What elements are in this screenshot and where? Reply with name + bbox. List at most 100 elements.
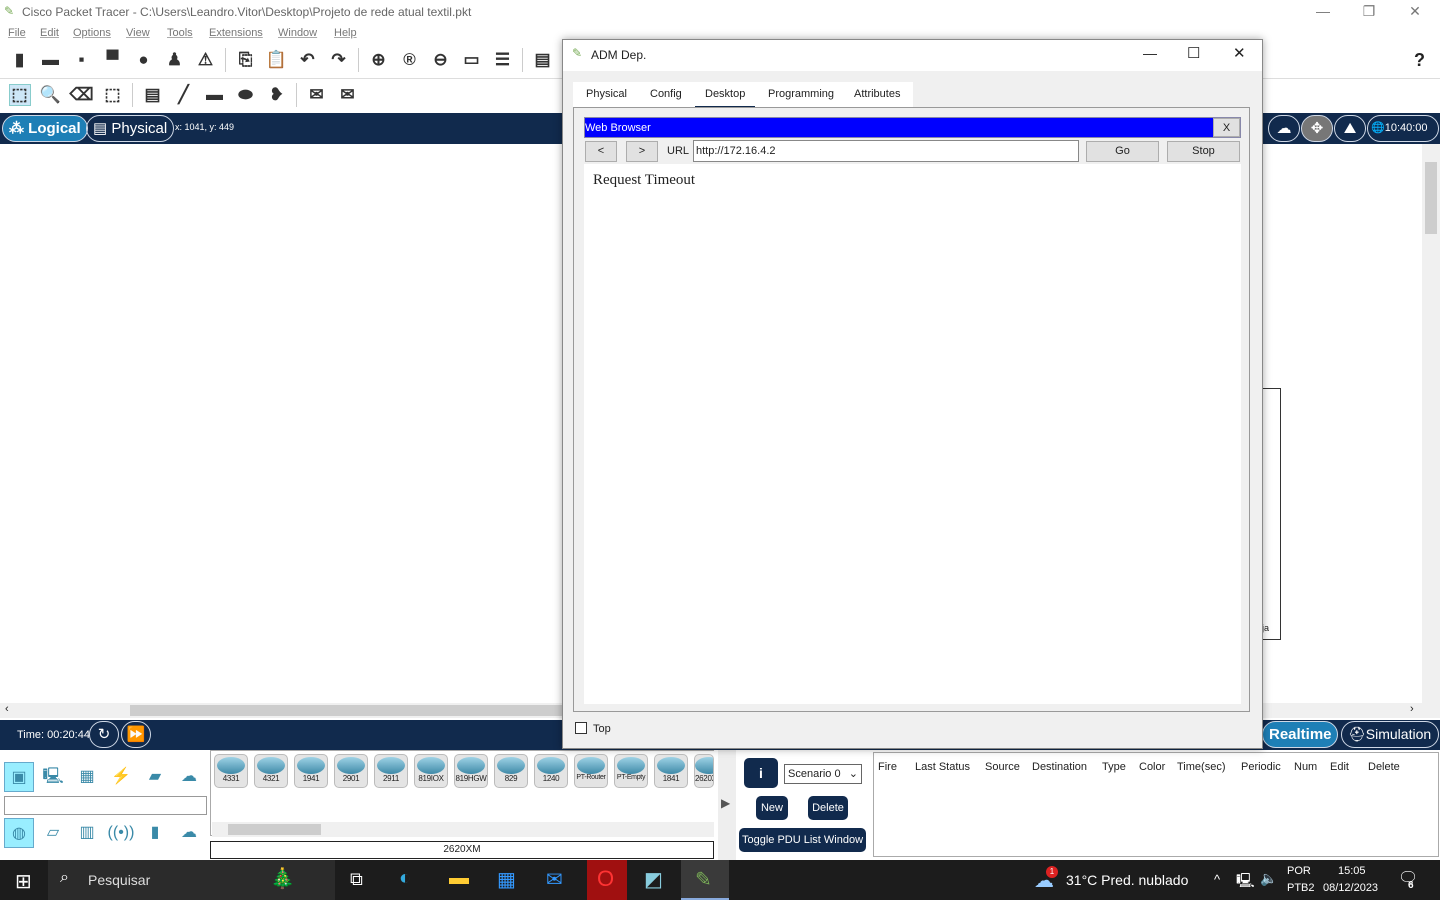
copy-icon[interactable]: ⎘: [235, 49, 257, 71]
toggle-pdu-list-button[interactable]: Toggle PDU List Window: [739, 828, 866, 852]
custom-device-icon[interactable]: ☰: [492, 49, 514, 71]
device-model-pt-empty[interactable]: PT-Empty: [614, 754, 648, 788]
menu-extensions[interactable]: Extensions: [209, 27, 263, 39]
realtime-tab[interactable]: Realtime: [1262, 721, 1338, 748]
print-icon[interactable]: ▀: [102, 49, 124, 71]
mail-icon[interactable]: ✉: [546, 867, 563, 892]
file-explorer-icon[interactable]: ▬: [449, 867, 469, 890]
menu-options[interactable]: Options: [73, 27, 111, 39]
delete-scenario-button[interactable]: Delete: [808, 796, 848, 820]
forward-button[interactable]: >: [626, 141, 658, 162]
multiuser-icon[interactable]: ☁: [174, 762, 204, 792]
network-icon[interactable]: 🖳: [1236, 870, 1255, 894]
scroll-thumb[interactable]: [130, 705, 570, 716]
resize-icon[interactable]: ⬚: [102, 84, 124, 106]
tab-attributes[interactable]: Attributes: [854, 88, 900, 100]
scenario-info-button[interactable]: i: [744, 758, 778, 788]
menu-tools[interactable]: Tools: [167, 27, 193, 39]
move-button[interactable]: ✥: [1301, 115, 1333, 142]
delete-icon[interactable]: ⌫: [69, 84, 93, 106]
device-model-819hgw[interactable]: 819HGW: [454, 754, 488, 788]
cloud-button[interactable]: ☁: [1268, 115, 1300, 142]
network-devices-icon[interactable]: ▣: [4, 762, 34, 792]
tab-programming[interactable]: Programming: [768, 88, 834, 100]
device-model-2911[interactable]: 2911: [374, 754, 408, 788]
activity-wizard-icon[interactable]: ♟: [164, 49, 186, 71]
go-button[interactable]: Go: [1086, 141, 1159, 162]
miscellaneous-icon[interactable]: ▰: [140, 762, 170, 792]
keyboard-layout[interactable]: PTB2: [1287, 882, 1315, 894]
redo-icon[interactable]: ↷: [328, 49, 350, 71]
open-folder-icon[interactable]: ▬: [40, 49, 62, 71]
menu-view[interactable]: View: [126, 27, 150, 39]
wan-emulation-icon[interactable]: ☁: [174, 818, 204, 848]
freeform-icon[interactable]: ❥: [266, 84, 288, 106]
power-cycle-button[interactable]: ↻: [89, 721, 119, 748]
stop-button[interactable]: Stop: [1167, 141, 1240, 162]
canvas-vertical-scrollbar[interactable]: [1422, 144, 1440, 718]
connections-icon[interactable]: ⚡: [106, 762, 136, 792]
task-view-icon[interactable]: ⧉: [350, 869, 363, 890]
hubs-icon[interactable]: ▥: [72, 818, 102, 848]
minimize-button[interactable]: —: [1300, 0, 1346, 24]
logical-tab[interactable]: ⁂ Logical: [2, 115, 88, 142]
clock-time[interactable]: 15:05: [1338, 865, 1366, 877]
web-browser-close-button[interactable]: X: [1213, 118, 1240, 137]
components-icon[interactable]: ▦: [72, 762, 102, 792]
simulation-tab[interactable]: ⛑Simulation: [1341, 721, 1439, 748]
scroll-thumb[interactable]: [228, 824, 321, 835]
routers-icon[interactable]: ◍: [4, 818, 34, 848]
add-complex-pdu-icon[interactable]: ✉: [337, 84, 359, 106]
switches-icon[interactable]: ▱: [38, 818, 68, 848]
scroll-right-icon[interactable]: ›: [1410, 703, 1414, 715]
taskbar-search[interactable]: ⌕ Pesquisar 🎄: [48, 860, 335, 900]
wireless-devices-icon[interactable]: ((•)): [106, 818, 136, 848]
device-model-pt-router[interactable]: PT-Router: [574, 754, 608, 788]
weather-text[interactable]: 31°C Pred. nublado: [1066, 872, 1188, 888]
url-input[interactable]: http://172.16.4.2: [693, 140, 1079, 162]
fast-forward-button[interactable]: ⏩: [121, 721, 151, 748]
windows-start-icon[interactable]: ⊞: [15, 869, 32, 894]
dialog-maximize-button[interactable]: ☐: [1187, 44, 1200, 62]
device-model-2620xm[interactable]: 2620XM: [694, 754, 714, 788]
ellipse-icon[interactable]: ⬬: [235, 84, 257, 106]
top-checkbox[interactable]: [575, 722, 587, 734]
clock-button[interactable]: 🌐10:40:00: [1367, 115, 1439, 142]
save-icon[interactable]: ▪: [71, 49, 93, 71]
viewport-icon[interactable]: ▤: [532, 49, 554, 71]
back-button[interactable]: <: [585, 141, 617, 162]
device-model-4321[interactable]: 4321: [254, 754, 288, 788]
menu-edit[interactable]: Edit: [40, 27, 59, 39]
menu-help[interactable]: Help: [334, 27, 357, 39]
close-button[interactable]: ✕: [1392, 0, 1438, 24]
expand-icon[interactable]: ▶: [721, 796, 730, 810]
tab-desktop[interactable]: Desktop: [695, 88, 756, 109]
device-model-819iox[interactable]: 819IOX: [414, 754, 448, 788]
end-devices-icon[interactable]: 🖳: [38, 762, 68, 792]
undo-icon[interactable]: ↶: [297, 49, 319, 71]
device-model-4331[interactable]: 4331: [214, 754, 248, 788]
note-icon[interactable]: ▤: [142, 84, 164, 106]
panel-splitter[interactable]: ▶: [718, 750, 736, 860]
rectangle-icon[interactable]: ▬: [204, 84, 226, 106]
select-icon[interactable]: ⬚: [8, 84, 31, 106]
tab-physical[interactable]: Physical: [586, 88, 627, 100]
scroll-thumb[interactable]: [1425, 162, 1437, 234]
device-model-1941[interactable]: 1941: [294, 754, 328, 788]
scenario-select[interactable]: Scenario 0 ⌄: [784, 764, 862, 784]
store-icon[interactable]: ▦: [497, 867, 516, 892]
show-hidden-icons[interactable]: ^: [1214, 872, 1220, 887]
dialog-minimize-button[interactable]: —: [1143, 45, 1157, 61]
packet-tracer-taskbar-button[interactable]: ✎: [681, 860, 729, 900]
new-file-icon[interactable]: ▮: [9, 49, 31, 71]
network-info-icon[interactable]: ⚠: [195, 49, 217, 71]
physical-tab[interactable]: ▤ Physical: [86, 115, 175, 142]
scroll-left-icon[interactable]: ‹: [5, 703, 9, 715]
opera-button[interactable]: O: [587, 860, 627, 900]
restore-button[interactable]: ❐: [1346, 0, 1392, 24]
zoom-in-icon[interactable]: ⊕: [368, 49, 390, 71]
menu-file[interactable]: File: [8, 27, 26, 39]
background-image-button[interactable]: ⛰: [1334, 115, 1366, 142]
device-list-scrollbar[interactable]: [212, 822, 714, 837]
info-icon[interactable]: ●: [133, 49, 155, 71]
